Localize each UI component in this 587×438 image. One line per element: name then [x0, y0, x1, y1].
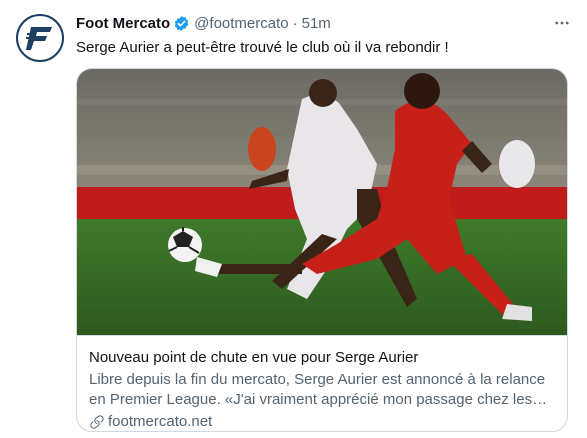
separator-dot: · [292, 14, 298, 32]
tweet-timestamp[interactable]: 51m [302, 15, 331, 32]
tweet[interactable]: Foot Mercato @footmercato · 51m Serge Au… [0, 0, 587, 438]
author-name[interactable]: Foot Mercato [76, 15, 170, 32]
link-icon [89, 414, 105, 430]
author-handle[interactable]: @footmercato [194, 15, 288, 32]
card-image [77, 69, 567, 335]
avatar[interactable] [16, 14, 64, 62]
card-title: Nouveau point de chute en vue pour Serge… [89, 349, 419, 366]
card-domain-text[interactable]: footmercato.net [108, 412, 212, 431]
tweet-header: Foot Mercato @footmercato · 51m [76, 12, 331, 34]
card-description: Libre depuis la fin du mercato, Serge Au… [89, 371, 546, 408]
card-body: Nouveau point de chute en vue pour Serge… [77, 335, 567, 431]
tweet-text: Serge Aurier a peut-être trouvé le club … [76, 39, 449, 56]
card-domain: footmercato.net [89, 412, 557, 431]
more-options-icon[interactable] [551, 12, 573, 34]
link-preview-card[interactable]: Nouveau point de chute en vue pour Serge… [76, 68, 568, 432]
verified-badge-icon [173, 15, 190, 32]
foot-mercato-logo [26, 27, 52, 50]
